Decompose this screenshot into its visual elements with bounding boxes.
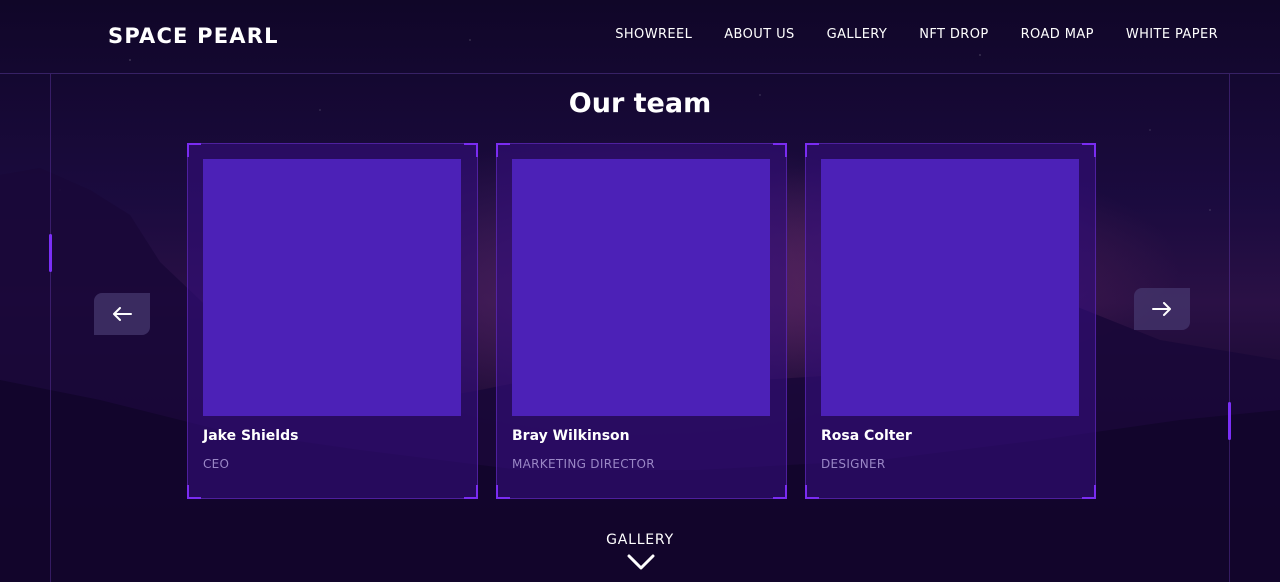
card-corner	[496, 143, 510, 157]
scroll-to-gallery-link[interactable]: GALLERY	[0, 532, 1280, 548]
card-corner	[805, 485, 819, 499]
card-corner	[464, 143, 478, 157]
team-card[interactable]: Rosa Colter DESIGNER	[805, 143, 1096, 499]
member-photo	[512, 159, 770, 416]
frame-line-right	[1229, 74, 1230, 582]
nav-showreel[interactable]: SHOWREEL	[615, 27, 692, 42]
member-role: DESIGNER	[821, 457, 886, 471]
member-name: Bray Wilkinson	[512, 428, 630, 444]
nav-white-paper[interactable]: WHITE PAPER	[1126, 27, 1218, 42]
card-corner	[773, 485, 787, 499]
site-logo[interactable]: SPACE PEARL	[108, 24, 279, 48]
member-photo	[203, 159, 461, 416]
nav-about-us[interactable]: ABOUT US	[724, 27, 794, 42]
team-card[interactable]: Jake Shields CEO	[187, 143, 478, 499]
team-section-title: Our team	[568, 88, 712, 119]
card-corner	[1082, 143, 1096, 157]
card-corner	[187, 485, 201, 499]
chevron-down-icon[interactable]	[627, 553, 655, 571]
frame-line-left	[50, 74, 51, 582]
member-role: CEO	[203, 457, 230, 471]
nav-gallery[interactable]: GALLERY	[827, 27, 888, 42]
site-header: SPACE PEARL SHOWREEL ABOUT US GALLERY NF…	[0, 0, 1280, 74]
member-name: Jake Shields	[203, 428, 299, 444]
frame-accent-right	[1228, 402, 1231, 440]
card-corner	[496, 485, 510, 499]
frame-accent-left	[49, 234, 52, 272]
nav-road-map[interactable]: ROAD MAP	[1021, 27, 1094, 42]
card-corner	[464, 485, 478, 499]
member-photo	[821, 159, 1079, 416]
team-carousel: Jake Shields CEO Bray Wilkinson MARKETIN…	[187, 143, 1097, 499]
member-role: MARKETING DIRECTOR	[512, 457, 655, 471]
carousel-next-button[interactable]	[1134, 288, 1190, 330]
arrow-left-icon	[113, 307, 132, 321]
card-corner	[773, 143, 787, 157]
member-name: Rosa Colter	[821, 428, 912, 444]
nav-nft-drop[interactable]: NFT DROP	[919, 27, 988, 42]
team-card[interactable]: Bray Wilkinson MARKETING DIRECTOR	[496, 143, 787, 499]
card-corner	[1082, 485, 1096, 499]
card-corner	[187, 143, 201, 157]
card-corner	[805, 143, 819, 157]
carousel-prev-button[interactable]	[94, 293, 150, 335]
arrow-right-icon	[1152, 302, 1171, 316]
main-nav: SHOWREEL ABOUT US GALLERY NFT DROP ROAD …	[615, 27, 1218, 42]
